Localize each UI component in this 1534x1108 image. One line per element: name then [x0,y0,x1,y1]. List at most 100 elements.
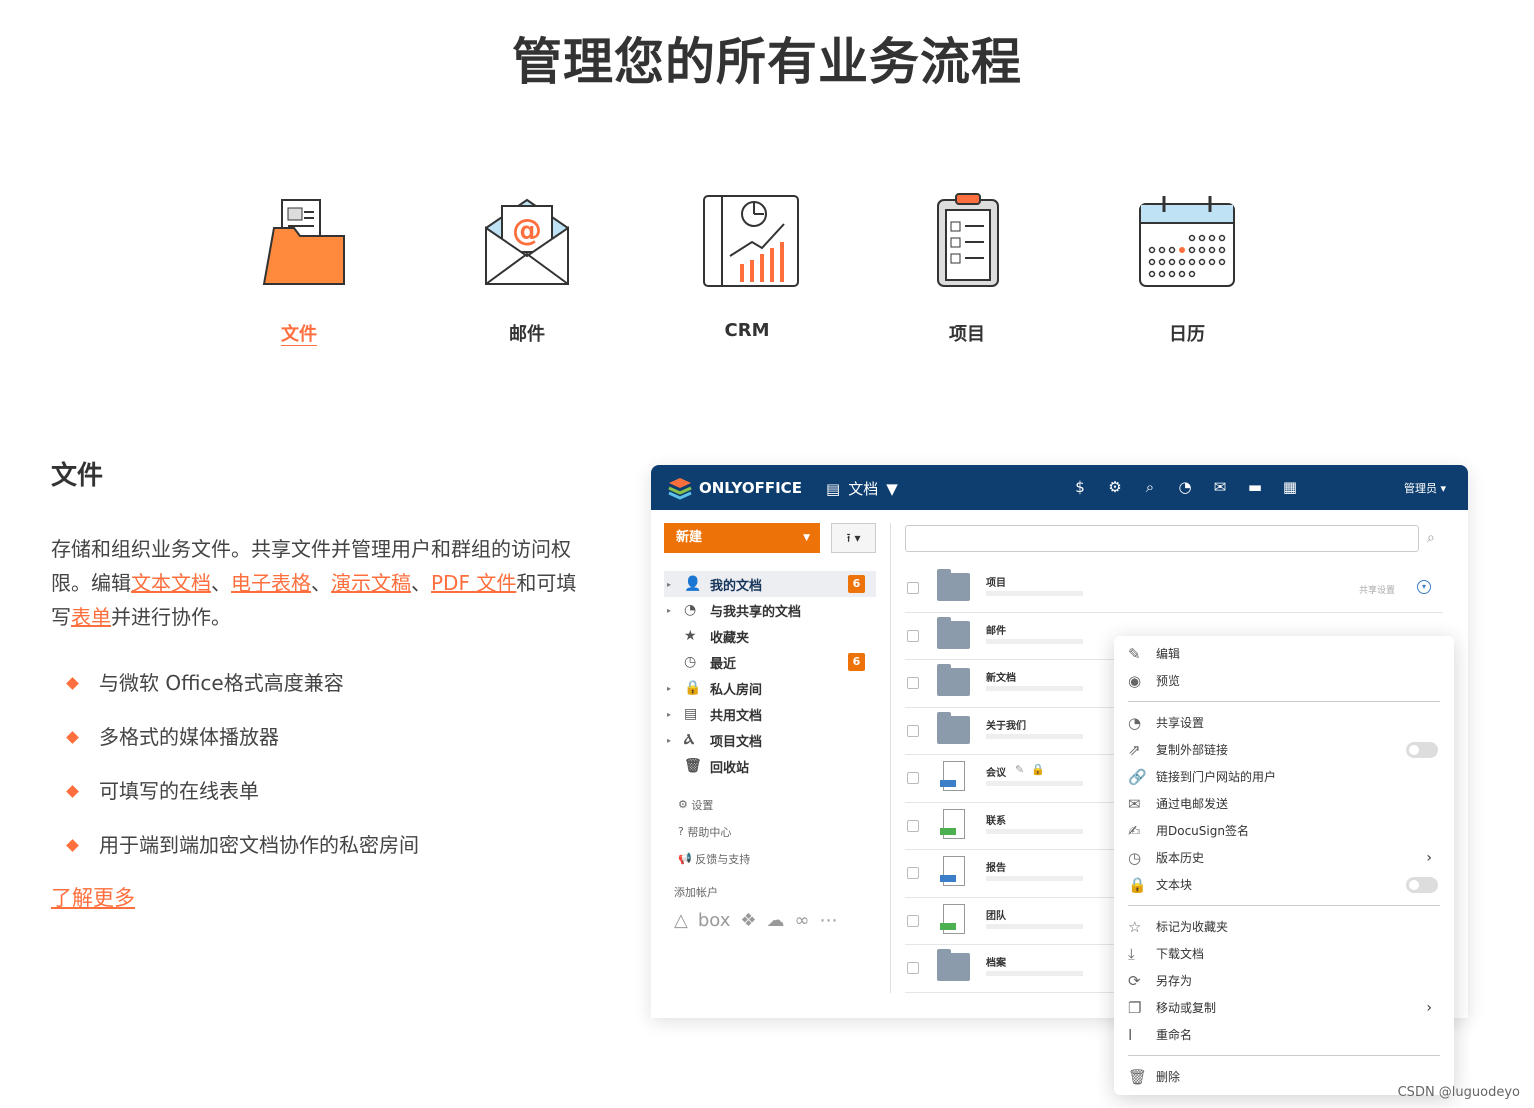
file-name[interactable]: 档案 [986,954,1006,969]
row-checkbox[interactable] [907,819,919,832]
search-input[interactable] [905,525,1419,552]
history-icon: ◷ [1128,848,1142,867]
row-checkbox[interactable] [907,772,919,784]
row-checkbox[interactable] [907,867,919,879]
chat-icon[interactable]: ▬ [1246,478,1264,496]
menu-item-favorite[interactable]: ☆ 标记为收藏夹 [1128,913,1440,940]
tab-label: CRM [724,320,770,341]
tab-files[interactable]: 文件 [229,190,369,346]
admin-menu[interactable]: 管理员 ▾ [1404,480,1446,496]
file-name[interactable]: 团队 [986,907,1006,922]
menu-label: 文本块 [1156,878,1193,892]
link-spreadsheets[interactable]: 电子表格 [231,571,311,595]
menu-item-copy-link[interactable]: ⇗ 复制外部链接 [1128,736,1440,763]
nextcloud-icon[interactable]: ∞ [795,910,810,931]
toggle-switch[interactable] [1406,741,1438,758]
menu-item-preview[interactable]: ◉ 预览 [1128,667,1440,694]
tab-projects[interactable]: 项目 [897,190,1037,346]
chevron-down-icon[interactable]: ▾ [1417,580,1431,594]
row-checkbox[interactable] [907,962,919,974]
sidebar-item-project-docs[interactable]: ▸ Ⲁ 项目文档 [664,727,876,753]
tab-crm[interactable]: CRM [677,190,817,341]
file-name[interactable]: 会议 [986,764,1006,779]
row-checkbox[interactable] [907,582,919,594]
file-name[interactable]: 关于我们 [986,717,1026,732]
more-icon[interactable]: ⋯ [820,910,838,931]
list-item: 与微软 Office格式高度兼容 [51,656,596,710]
google-drive-icon[interactable]: △ [674,910,688,931]
text-cursor-icon: I [1128,1025,1133,1044]
menu-item-edit[interactable]: ✎ 编辑 [1128,640,1440,667]
menu-item-send-email[interactable]: ✉ 通过电邮发送 [1128,790,1440,817]
menu-item-share-settings[interactable]: ◔ 共享设置 [1128,709,1440,736]
chart-growth-icon [703,195,799,287]
link-presentations[interactable]: 演示文稿 [331,571,411,595]
sidebar-item-favorites[interactable]: ★ 收藏夹 [664,623,876,649]
dollar-icon[interactable]: $ [1071,478,1089,496]
file-row[interactable]: 项目共享设置 ▾ [905,565,1443,613]
search-icon[interactable]: ⌕ [1141,478,1159,496]
pencil-icon: ✎ [1015,763,1025,776]
onlyoffice-logo[interactable]: ONLYOFFICE [667,475,802,501]
folder-icon [262,199,345,285]
tab-mail[interactable]: @ 邮件 [457,190,597,346]
desc-sep: 、 [411,571,431,595]
menu-item-version-history[interactable]: ◷ 版本历史 › [1128,844,1440,871]
onedrive-icon[interactable]: ☁ [767,910,785,931]
file-name[interactable]: 新文档 [986,669,1016,684]
file-name[interactable]: 联系 [986,812,1006,827]
search-icon[interactable]: ⌕ [1427,530,1435,546]
menu-label: 用DocuSign签名 [1156,824,1249,838]
folder-icon [937,616,970,649]
sidebar-item-settings[interactable]: ⚙ 设置 [664,791,876,818]
link-pdf[interactable]: PDF 文件 [431,571,516,595]
file-name[interactable]: 报告 [986,859,1006,874]
upload-button[interactable]: ⭱ ▾ [831,523,876,553]
sidebar-item-label: 我的文档 [710,578,763,594]
menu-divider [1128,905,1440,906]
sidebar-item-trash[interactable]: 🗑 回收站 [664,753,876,779]
menu-item-save-as[interactable]: ⟳ 另存为 [1128,967,1440,994]
context-menu: ✎ 编辑 ◉ 预览 ◔ 共享设置 ⇗ 复制外部链接 🔗 链接到门户网站的用户 ✉ 通过电邮发… [1114,636,1454,1095]
toggle-switch[interactable] [1406,876,1438,893]
menu-item-block[interactable]: 🔒 文本块 [1128,871,1440,898]
sidebar-item-private-room[interactable]: ▸ 🔒 私人房间 [664,675,876,701]
menu-item-delete[interactable]: 🗑 删除 [1128,1063,1440,1090]
menu-item-docusign[interactable]: ✍ 用DocuSign签名 [1128,817,1440,844]
row-checkbox[interactable] [907,677,919,689]
module-selector[interactable]: ▤ 文档 ▼ [826,478,898,499]
gear-icon[interactable]: ⚙ [1106,478,1124,496]
row-checkbox[interactable] [907,914,919,927]
sidebar-item-shared-with-me[interactable]: ▸ ◔ 与我共享的文档 [664,597,876,623]
menu-item-rename[interactable]: I 重命名 [1128,1021,1440,1048]
sidebar-item-feedback[interactable]: 📢 反馈与支持 [664,845,876,872]
section-description: 存储和组织业务文件。共享文件并管理用户和群组的访问权限。编辑文本文档、电子表格、… [51,532,596,634]
sidebar-item-help[interactable]: ? 帮助中心 [664,818,876,845]
menu-item-download[interactable]: ⤓ 下载文档 [1128,940,1440,967]
calendar-icon[interactable]: ▦ [1281,478,1299,496]
tab-calendar[interactable]: 日历 [1117,190,1257,346]
row-checkbox[interactable] [907,724,919,737]
learn-more-link[interactable]: 了解更多 [51,882,135,912]
menu-label: 复制外部链接 [1156,743,1229,757]
sidebar-item-my-docs[interactable]: ▸ 👤 我的文档 6 [664,571,876,597]
count-badge: 6 [848,575,865,593]
new-button[interactable]: 新建 [664,523,820,553]
share-settings-label[interactable]: 共享设置 [1359,583,1395,596]
sidebar-item-common-docs[interactable]: ▸ ▤ 共用文档 [664,701,876,727]
link-forms[interactable]: 表单 [71,605,111,629]
feed-icon[interactable]: ◔ [1176,478,1194,496]
menu-item-link-portal-users[interactable]: 🔗 链接到门户网站的用户 [1128,763,1440,790]
mail-icon[interactable]: ✉ [1211,478,1229,496]
menu-item-move-copy[interactable]: ❐ 移动或复制 › [1128,994,1440,1021]
file-name[interactable]: 项目 [986,574,1006,589]
meta-placeholder [986,733,1083,739]
box-icon[interactable]: box [698,910,731,931]
link-text-docs[interactable]: 文本文档 [131,571,211,595]
lock-icon: 🔒 [1031,763,1045,776]
row-checkbox[interactable] [907,629,919,642]
file-name[interactable]: 邮件 [986,622,1006,637]
sidebar-item-recent[interactable]: ◷ 最近 6 [664,649,876,675]
tab-label: 邮件 [509,324,545,345]
dropbox-icon[interactable]: ❖ [740,910,756,931]
